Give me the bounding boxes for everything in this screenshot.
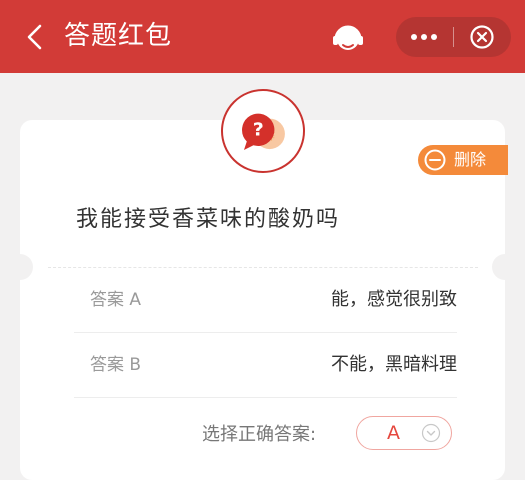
question-text: 我能接受香菜味的酸奶吗	[76, 207, 341, 232]
delete-button[interactable]: 删除	[418, 145, 508, 175]
answer-row-a[interactable]: 答案 A 能，感觉很别致	[74, 268, 457, 333]
answer-a-label: 答案 A	[90, 290, 142, 310]
correct-answer-value: A	[387, 422, 400, 444]
nav-bar: 答题红包	[0, 0, 525, 73]
answer-a-value: 能，感觉很别致	[331, 289, 457, 310]
correct-answer-select[interactable]: A	[356, 416, 452, 450]
answer-row-b[interactable]: 答案 B 不能，黑暗料理	[74, 333, 457, 398]
page-title: 答题红包	[64, 21, 173, 51]
customer-service-icon[interactable]	[330, 21, 366, 57]
svg-text:?: ?	[253, 119, 264, 141]
chevron-down-icon	[421, 423, 441, 443]
card-notch-right	[492, 254, 518, 280]
mini-program-capsule	[396, 17, 511, 57]
correct-answer-label: 选择正确答案:	[202, 424, 317, 445]
back-icon[interactable]	[24, 24, 44, 50]
card-notch-left	[7, 254, 33, 280]
close-icon[interactable]	[454, 17, 511, 57]
delete-label: 删除	[454, 150, 487, 169]
question-card: ¥ ? 删除 我能接受香菜味的酸奶吗 答案 A 能，感觉很别致 答案 B 不能，…	[7, 89, 518, 480]
more-icon[interactable]	[396, 17, 452, 57]
answer-b-label: 答案 B	[90, 355, 142, 375]
red-envelope-question-icon: ¥ ?	[221, 89, 305, 173]
minus-circle-icon	[424, 149, 446, 171]
answer-b-value: 不能，黑暗料理	[331, 354, 457, 375]
